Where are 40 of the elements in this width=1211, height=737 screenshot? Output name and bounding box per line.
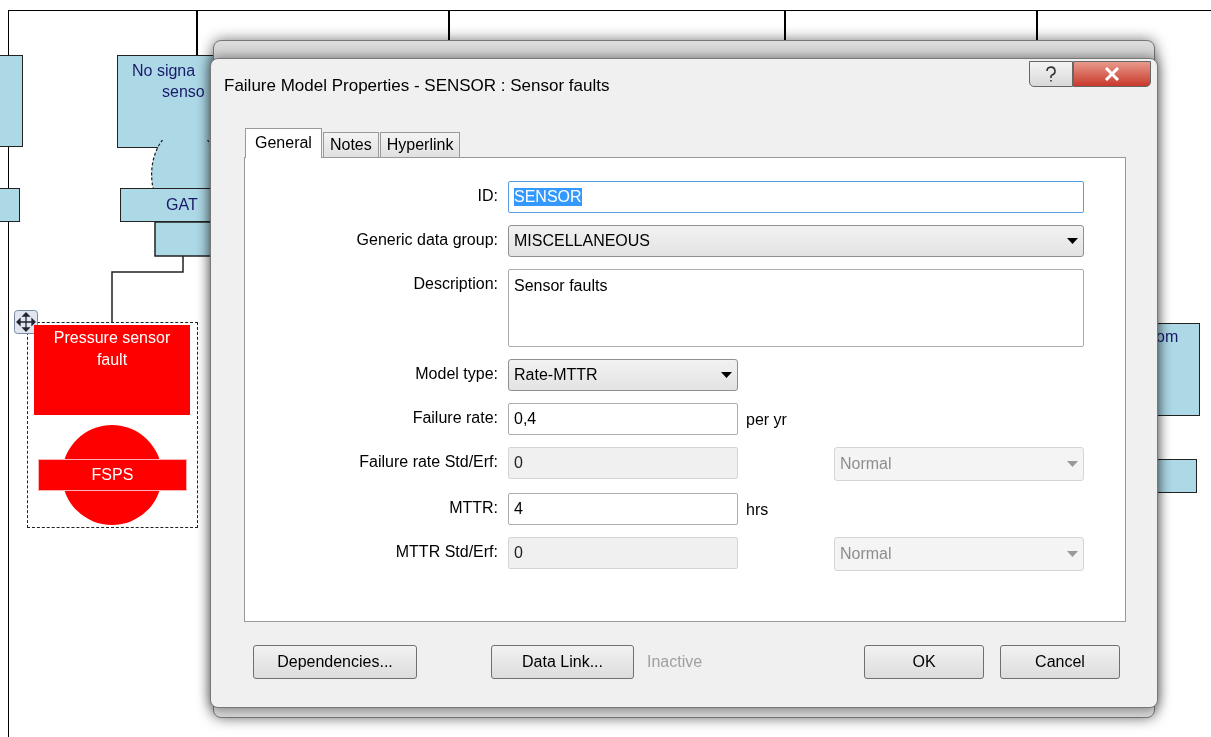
- field-label: MTTR:: [448, 498, 499, 517]
- tab[interactable]: Hyperlink: [379, 132, 461, 157]
- field-label: Model type:: [414, 364, 499, 383]
- event-box[interactable]: [0, 55, 23, 147]
- tab[interactable]: Notes: [322, 132, 379, 157]
- dialog-button[interactable]: Dependencies...: [253, 645, 417, 679]
- text-field[interactable]: 0,4: [508, 403, 738, 435]
- unit-label: hrs: [745, 500, 770, 520]
- status-label: Inactive: [647, 653, 703, 671]
- unit-label: per yr: [745, 410, 788, 430]
- close-button[interactable]: [1073, 61, 1151, 87]
- field-label: MTTR Std/Erf:: [394, 542, 499, 561]
- field-label: Failure rate Std/Erf:: [358, 452, 499, 471]
- basic-event-box[interactable]: Pressure sensor fault: [34, 325, 190, 415]
- move-handle-icon[interactable]: [14, 310, 38, 334]
- dialog-button[interactable]: Data Link...: [491, 645, 634, 679]
- event-description: Pressure sensor fault: [53, 329, 171, 368]
- dropdown-arrow-icon: [1067, 238, 1078, 244]
- help-button[interactable]: [1029, 61, 1073, 87]
- dropdown-arrow-icon: [721, 372, 732, 378]
- dialog-button[interactable]: OK: [864, 645, 984, 679]
- field-label: Failure rate:: [411, 408, 499, 427]
- field-label: Generic data group:: [355, 230, 499, 249]
- dropdown[interactable]: Rate-MTTR: [508, 359, 738, 391]
- event-label: No signa: [132, 61, 196, 81]
- description-field[interactable]: Sensor faults: [508, 269, 1084, 347]
- dialog-button[interactable]: Cancel: [1000, 645, 1120, 679]
- tab[interactable]: General: [245, 128, 322, 158]
- text-field[interactable]: 4: [508, 493, 738, 525]
- field-label: Description:: [412, 274, 499, 293]
- event-label: senso: [161, 82, 205, 102]
- dropdown-arrow-icon: [1067, 461, 1078, 467]
- window-title: Failure Model Properties - SENSOR : Sensor faults: [224, 75, 611, 96]
- dropdown-arrow-icon: [1067, 551, 1078, 557]
- event-box[interactable]: [0, 188, 20, 222]
- dropdown[interactable]: MISCELLANEOUS: [508, 225, 1084, 257]
- event-id-label: FSPS: [38, 459, 187, 491]
- field-label: ID:: [476, 186, 499, 205]
- close-icon: [1104, 67, 1120, 81]
- help-icon: [1045, 66, 1057, 82]
